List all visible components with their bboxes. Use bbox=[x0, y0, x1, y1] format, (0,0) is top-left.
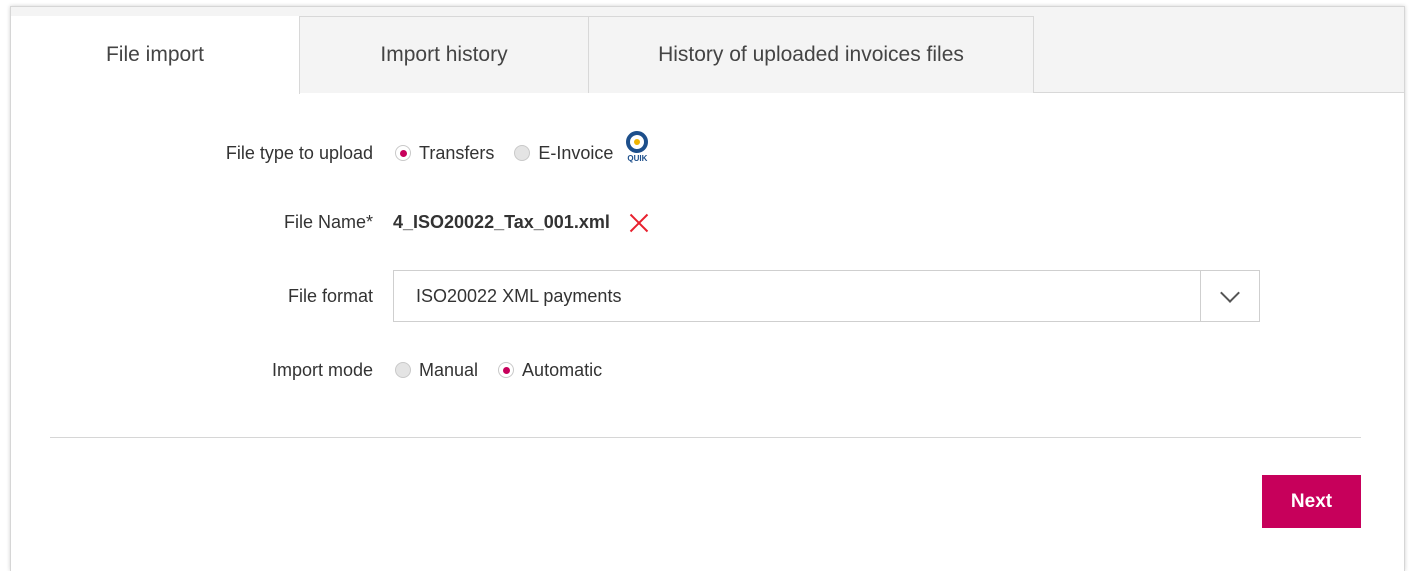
import-mode-row: Import mode Manual Automatic bbox=[11, 350, 622, 390]
file-name-row: File Name* 4_ISO20022_Tax_001.xml bbox=[11, 202, 650, 242]
import-mode-radio-group: Manual Automatic bbox=[395, 360, 622, 381]
form-divider bbox=[50, 437, 1361, 438]
import-mode-manual-label: Manual bbox=[419, 359, 479, 380]
file-type-transfers-radio[interactable] bbox=[395, 145, 411, 161]
file-type-label: File type to upload bbox=[225, 142, 373, 163]
chevron-down-icon bbox=[1220, 283, 1240, 303]
import-mode-manual-radio[interactable] bbox=[395, 362, 411, 378]
file-type-einvoice-radio[interactable] bbox=[514, 145, 531, 161]
file-type-row: File type to upload Transfers E-Invoice … bbox=[11, 131, 655, 175]
quik-logo: QUIK bbox=[619, 131, 655, 175]
quik-logo-text: QUIK bbox=[627, 154, 648, 163]
import-mode-manual-option[interactable]: Manual bbox=[395, 360, 478, 381]
import-mode-automatic-option[interactable]: Automatic bbox=[498, 360, 602, 381]
quik-logo-ring-icon bbox=[626, 131, 649, 153]
file-format-row: File format ISO20022 XML payments bbox=[11, 270, 1260, 322]
file-import-panel: File import Import history History of up… bbox=[10, 6, 1405, 571]
file-format-label: File format bbox=[287, 285, 373, 306]
remove-file-icon[interactable] bbox=[628, 211, 650, 233]
file-format-dropdown-toggle[interactable] bbox=[1200, 271, 1259, 321]
tab-history-uploaded-invoices[interactable]: History of uploaded invoices files bbox=[588, 16, 1034, 93]
tab-import-history-label: Import history bbox=[380, 43, 508, 66]
file-type-transfers-option[interactable]: Transfers bbox=[395, 143, 494, 164]
tab-bar: File import Import history History of up… bbox=[11, 7, 1404, 94]
file-name-value: 4_ISO20022_Tax_001.xml bbox=[393, 211, 610, 232]
tab-file-import[interactable]: File import bbox=[11, 16, 300, 94]
file-format-selected-value: ISO20022 XML payments bbox=[416, 285, 622, 306]
import-mode-automatic-radio[interactable] bbox=[498, 362, 515, 378]
import-mode-automatic-label: Automatic bbox=[522, 359, 603, 380]
tab-history-uploaded-invoices-label: History of uploaded invoices files bbox=[658, 43, 964, 66]
import-mode-label: Import mode bbox=[271, 359, 373, 380]
tab-file-import-label: File import bbox=[105, 43, 205, 66]
file-name-label: File Name* bbox=[283, 211, 373, 232]
file-type-einvoice-option[interactable]: E-Invoice bbox=[514, 143, 613, 164]
file-format-select[interactable]: ISO20022 XML payments bbox=[393, 270, 1260, 322]
tab-import-history[interactable]: Import history bbox=[300, 16, 589, 93]
file-type-radio-group: Transfers E-Invoice QUIK bbox=[395, 131, 655, 175]
next-button[interactable]: Next bbox=[1262, 475, 1361, 528]
file-type-transfers-label: Transfers bbox=[419, 142, 495, 163]
file-type-einvoice-label: E-Invoice bbox=[538, 142, 614, 163]
